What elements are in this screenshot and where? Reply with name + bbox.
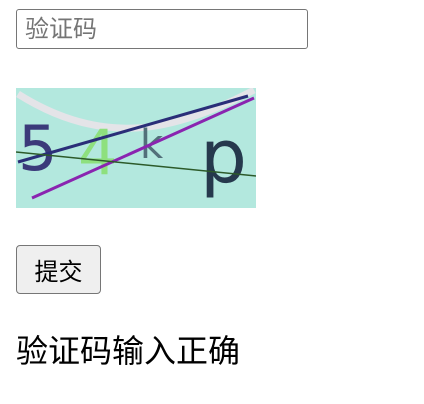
captcha-char-2: 4 xyxy=(78,116,117,189)
captcha-input[interactable] xyxy=(16,9,308,49)
captcha-char-1: 5 xyxy=(18,112,57,185)
captcha-image[interactable]: 5 4 k p xyxy=(16,88,256,208)
submit-button[interactable]: 提交 xyxy=(16,245,101,294)
result-message: 验证码输入正确 xyxy=(16,332,241,370)
captcha-page: 5 4 k p 提交 验证码输入正确 xyxy=(0,0,424,404)
captcha-char-4: p xyxy=(200,114,247,200)
